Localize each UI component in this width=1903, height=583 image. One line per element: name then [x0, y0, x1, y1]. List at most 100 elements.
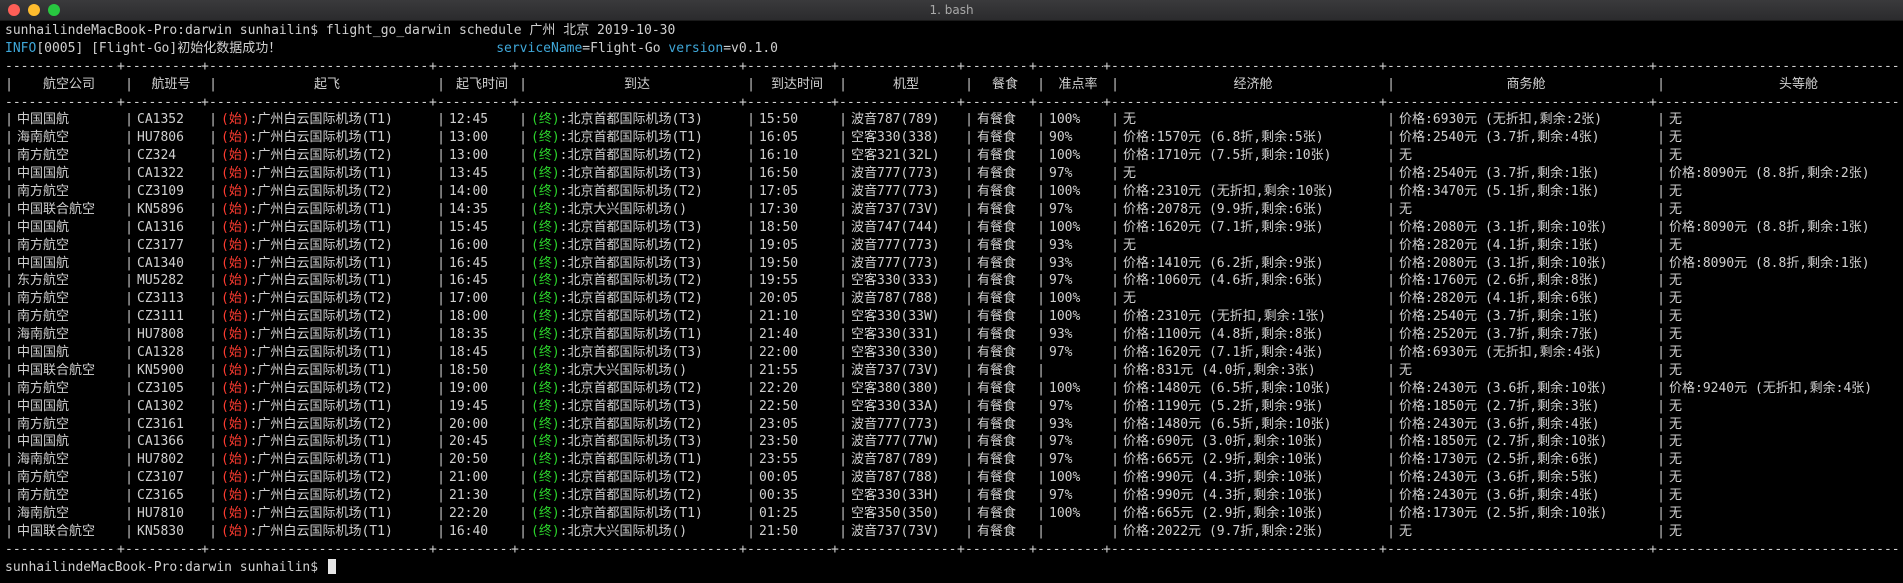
terminal-window: 1. bash sunhailindeMacBook-Pro:darwin su… [0, 0, 1903, 583]
service-name-key: serviceName [496, 40, 583, 56]
origin-tag: (始) [221, 130, 250, 146]
column-separator: | [125, 76, 133, 92]
cell-flight: CZ3113 [137, 291, 184, 307]
column-separator: | [965, 523, 973, 539]
column-separator: | [209, 434, 217, 450]
origin-airport: :广州白云国际机场(T1) [249, 166, 393, 182]
cell-economy: 价格:831元 (4.0折,剩余:3张) [1123, 362, 1316, 378]
cell-dep-time: 13:00 [449, 148, 489, 164]
cell-economy: 无 [1123, 291, 1137, 307]
table-row: | 中国国航 | CA1328 | (始):广州白云国际机场(T1) | 18:45 | (终):… [5, 344, 1900, 362]
table-row: | 海南航空 | HU7810 | (始):广州白云国际机场(T1) | 22:20 | (终):… [5, 505, 1900, 523]
column-separator: | [1657, 255, 1665, 271]
destination-tag: (终) [531, 380, 560, 396]
origin-airport: :广州白云国际机场(T1) [249, 255, 393, 271]
destination-tag: (终) [531, 523, 560, 539]
cell-arr: (终):北京首都国际机场(T1) [527, 129, 747, 147]
cell-dep-time: 13:00 [449, 130, 489, 146]
cell-dep-time: 21:00 [449, 470, 489, 486]
column-separator: | [519, 291, 527, 307]
origin-tag: (始) [221, 434, 250, 450]
column-separator: | [1657, 398, 1665, 414]
table-border-middle-corner: + [1379, 94, 1387, 110]
column-separator: | [965, 416, 973, 432]
cell-flight: CZ3111 [137, 309, 184, 325]
cell-model: 波音747(744) [851, 219, 940, 235]
origin-airport: :广州白云国际机场(T1) [249, 434, 393, 450]
origin-tag: (始) [221, 470, 250, 486]
column-separator: | [5, 506, 13, 522]
cell-first: 无 [1669, 237, 1683, 253]
column-separator: | [519, 76, 527, 92]
column-separator: | [519, 434, 527, 450]
final-shell-prompt: sunhailindeMacBook-Pro:darwin sunhailin$ [5, 559, 326, 575]
table-border-bottom-corner: + [1649, 541, 1657, 557]
column-separator: | [209, 291, 217, 307]
cell-meal: 有餐食 [977, 523, 1017, 539]
column-separator: | [1657, 523, 1665, 539]
cell-arr: (终):北京首都国际机场(T2) [527, 380, 747, 398]
column-separator: | [747, 523, 755, 539]
shell-prompt: sunhailindeMacBook-Pro:darwin sunhailin$ [5, 23, 326, 38]
table-row: | 中国国航 | CA1352 | (始):广州白云国际机场(T1) | 12:45 | (终):… [5, 111, 1900, 129]
column-separator: | [1037, 291, 1045, 307]
table-border-top-corner: + [1103, 58, 1111, 74]
table-border-top-segment: ----------------------------------------… [1111, 58, 1379, 74]
cell-dep-time: 19:45 [449, 398, 489, 414]
cell-arr-time: 17:05 [759, 184, 799, 200]
cell-first: 无 [1669, 309, 1683, 325]
terminal-output[interactable]: sunhailindeMacBook-Pro:darwin sunhailin$… [5, 22, 1900, 580]
cell-flight: HU7806 [137, 130, 184, 146]
cell-model: 空客330(33H) [851, 488, 940, 504]
column-separator: | [125, 362, 133, 378]
cell-meal: 有餐食 [977, 470, 1017, 486]
column-separator: | [437, 148, 445, 164]
cell-business: 价格:6930元 (无折扣,剩余:2张) [1399, 112, 1603, 128]
column-separator: | [1657, 148, 1665, 164]
column-separator: | [5, 398, 13, 414]
column-separator: | [965, 470, 973, 486]
table-border-middle-segment: ----------------------------------------… [1111, 94, 1379, 110]
table-border-bottom-segment: ----------------------------------------… [747, 541, 831, 557]
column-separator: | [1387, 130, 1395, 146]
cell-first: 无 [1669, 488, 1683, 504]
column-separator: | [209, 416, 217, 432]
cell-model: 波音777(77W) [851, 434, 940, 450]
cell-meal: 有餐食 [977, 166, 1017, 182]
table-border-top-segment: ----------------------------------------… [839, 58, 957, 74]
column-separator: | [5, 345, 13, 361]
origin-tag: (始) [221, 452, 250, 468]
cell-model: 空客350(350) [851, 506, 940, 522]
cell-business: 价格:1850元 (2.7折,剩余:10张) [1399, 434, 1608, 450]
column-separator: | [747, 166, 755, 182]
column-separator: | [5, 166, 13, 182]
cell-meal: 有餐食 [977, 434, 1017, 450]
column-separator: | [1111, 184, 1119, 200]
table-border-top: +---------------------------------------… [5, 58, 1900, 76]
destination-tag: (终) [531, 309, 560, 325]
cell-arr-time: 18:50 [759, 219, 799, 235]
cell-dep: (始):广州白云国际机场(T1) [217, 344, 437, 362]
cell-ontime: 100% [1049, 291, 1081, 307]
column-separator: | [1657, 76, 1665, 92]
cell-arr-time: 20:05 [759, 291, 799, 307]
column-separator: | [5, 327, 13, 343]
origin-airport: :广州白云国际机场(T1) [249, 219, 393, 235]
column-separator: | [1387, 398, 1395, 414]
column-separator: | [1111, 380, 1119, 396]
column-separator: | [519, 345, 527, 361]
column-separator: | [1037, 488, 1045, 504]
column-separator: | [839, 506, 847, 522]
column-separator: | [437, 166, 445, 182]
cell-first: 价格:8090元 (8.8折,剩余:1张) [1669, 255, 1870, 271]
table-border-top-segment: ----------------------------------------… [519, 58, 739, 74]
table-border-top-segment: ----------------------------------------… [5, 58, 117, 74]
info-line: INFO[0005] [Flight-Go]初始化数据成功！ serviceNam… [5, 40, 1900, 58]
column-separator: | [1037, 506, 1045, 522]
table-border-middle-segment: ----------------------------------------… [747, 94, 831, 110]
table-row: | 海南航空 | HU7808 | (始):广州白云国际机场(T1) | 18:35 | (终):… [5, 326, 1900, 344]
column-separator: | [209, 309, 217, 325]
cell-first: 无 [1669, 327, 1683, 343]
table-border-bottom-corner: + [957, 541, 965, 557]
column-header-meal: 餐食 [991, 76, 1018, 92]
